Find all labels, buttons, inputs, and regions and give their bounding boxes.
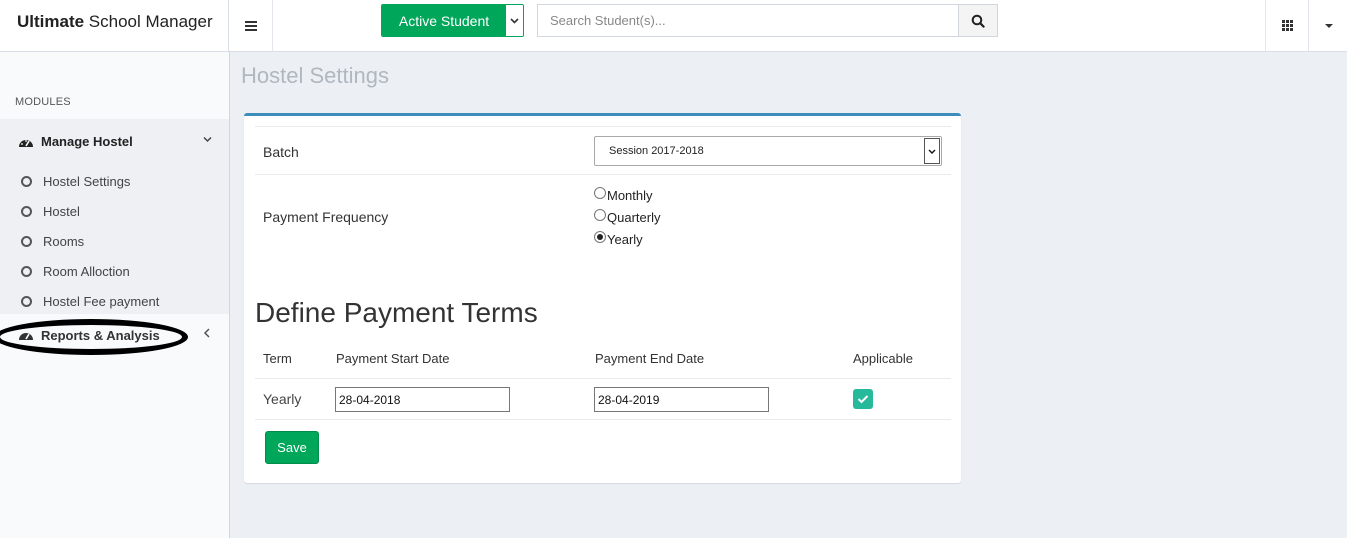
radio-button[interactable] — [594, 230, 606, 243]
grid-icon — [1281, 20, 1293, 31]
column-header-start-date: Payment Start Date — [336, 351, 450, 366]
manage-hostel-group: Manage Hostel Hostel Settings Hostel Roo… — [0, 119, 229, 314]
hamburger-icon — [245, 20, 257, 31]
circle-icon — [21, 235, 32, 247]
select-arrow[interactable] — [924, 138, 940, 164]
sidebar-item-rooms[interactable]: Rooms — [0, 226, 229, 256]
chevron-left-icon — [203, 328, 210, 338]
search-button[interactable] — [958, 4, 998, 37]
sidebar-item-room-allocation[interactable]: Room Alloction — [0, 256, 229, 286]
circle-icon — [21, 175, 32, 187]
column-header-term: Term — [263, 351, 292, 366]
radio-label: Yearly — [607, 232, 643, 247]
sidebar-item-hostel-fee-payment[interactable]: Hostel Fee payment — [0, 286, 229, 316]
batch-selected-value: Session 2017-2018 — [609, 145, 704, 157]
app-brand[interactable]: Ultimate School Manager — [0, 0, 229, 52]
radio-button[interactable] — [594, 208, 606, 221]
sidebar-toggle-button[interactable] — [230, 0, 273, 51]
student-search — [537, 4, 998, 37]
applicable-checkbox[interactable] — [853, 389, 873, 409]
payment-frequency-label: Payment Frequency — [263, 209, 389, 225]
dashboard-gauge-icon — [19, 139, 33, 147]
divider — [255, 419, 951, 420]
radio-label: Quarterly — [607, 210, 661, 225]
active-student-button[interactable]: Active Student — [381, 4, 524, 37]
column-header-applicable: Applicable — [853, 351, 913, 366]
sidebar-item-hostel[interactable]: Hostel — [0, 196, 229, 226]
sidebar-item-manage-hostel[interactable]: Manage Hostel — [0, 119, 229, 164]
page-title: Hostel Settings — [241, 63, 389, 88]
radio-button[interactable] — [594, 186, 606, 199]
modules-heading: MODULES — [15, 96, 71, 108]
caret-down-icon — [1324, 23, 1333, 28]
top-navbar: Ultimate School Manager Active Student — [0, 0, 1347, 52]
user-menu-dropdown[interactable] — [1310, 0, 1347, 51]
payment-end-date-input[interactable] — [594, 387, 769, 412]
sidebar-item-label: Hostel — [43, 203, 80, 219]
chevron-down-icon — [510, 17, 519, 24]
batch-select[interactable]: Session 2017-2018 — [594, 136, 942, 166]
chevron-down-icon — [203, 136, 212, 143]
apps-grid-button[interactable] — [1265, 0, 1309, 51]
sidebar-item-label: Room Alloction — [43, 263, 130, 279]
circle-icon — [21, 265, 32, 277]
sidebar-item-label: Manage Hostel — [41, 134, 133, 149]
sidebar-item-label: Hostel Settings — [43, 173, 131, 189]
brand-bold: Ultimate — [17, 12, 85, 31]
circle-icon — [21, 295, 32, 307]
active-student-label[interactable]: Active Student — [382, 5, 506, 36]
sidebar-item-label: Hostel Fee payment — [43, 293, 160, 309]
save-button[interactable]: Save — [265, 431, 319, 464]
column-header-end-date: Payment End Date — [595, 351, 705, 366]
sidebar-item-hostel-settings[interactable]: Hostel Settings — [0, 166, 229, 196]
check-icon — [857, 395, 869, 404]
sidebar: MODULES Manage Hostel Hostel Settings Ho… — [0, 52, 230, 538]
search-icon — [971, 14, 985, 28]
brand-rest: School Manager — [84, 12, 213, 31]
radio-yearly[interactable]: Yearly — [594, 230, 643, 247]
divider — [255, 174, 951, 175]
payment-start-date-input[interactable] — [335, 387, 510, 412]
sidebar-item-label: Rooms — [43, 233, 85, 249]
radio-quarterly[interactable]: Quarterly — [594, 208, 661, 225]
chevron-down-icon — [928, 149, 936, 154]
active-student-dropdown-toggle[interactable] — [506, 5, 523, 36]
hostel-settings-panel: Batch Session 2017-2018 Payment Frequenc… — [244, 113, 961, 483]
search-input[interactable] — [537, 4, 958, 37]
circle-icon — [21, 205, 32, 217]
section-title: Define Payment Terms — [255, 297, 538, 328]
divider — [255, 378, 951, 379]
divider — [255, 126, 951, 127]
annotation-ellipse — [0, 319, 188, 355]
batch-label: Batch — [263, 144, 299, 160]
radio-label: Monthly — [607, 188, 653, 203]
term-cell: Yearly — [263, 391, 302, 407]
radio-monthly[interactable]: Monthly — [594, 186, 653, 203]
